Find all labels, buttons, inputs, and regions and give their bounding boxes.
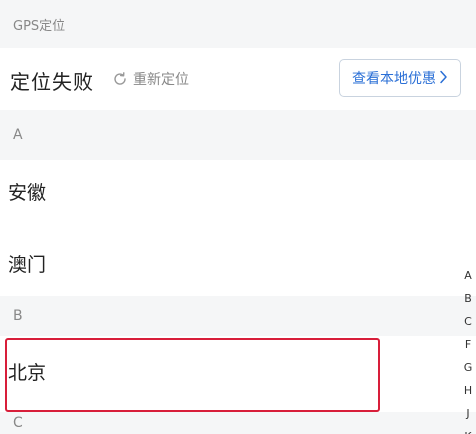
refresh-icon bbox=[112, 71, 128, 87]
relocate-label: 重新定位 bbox=[133, 72, 189, 88]
index-letter[interactable]: H bbox=[461, 379, 475, 402]
city-picker-page: GPS定位 定位失败 重新定位 查看本地优惠 A 安徽 澳门 B 北京 C A … bbox=[0, 0, 476, 434]
location-status: 定位失败 bbox=[10, 70, 94, 94]
index-letter[interactable]: J bbox=[461, 402, 475, 425]
section-letter: A bbox=[13, 127, 23, 143]
highlight-annotation-box bbox=[5, 338, 380, 412]
alphabet-index-bar[interactable]: A B C F G H J K bbox=[461, 264, 475, 434]
city-item-aomen[interactable]: 澳门 bbox=[8, 250, 46, 277]
index-letter[interactable]: A bbox=[461, 264, 475, 287]
section-letter: C bbox=[13, 415, 23, 431]
chevron-right-icon bbox=[439, 69, 448, 88]
index-letter[interactable]: B bbox=[461, 287, 475, 310]
city-item-anhui[interactable]: 安徽 bbox=[8, 178, 46, 205]
index-letter[interactable]: G bbox=[461, 356, 475, 379]
index-letter[interactable]: C bbox=[461, 310, 475, 333]
section-letter: B bbox=[13, 308, 23, 324]
view-local-deals-button[interactable]: 查看本地优惠 bbox=[339, 59, 461, 97]
index-letter[interactable]: F bbox=[461, 333, 475, 356]
gps-section-header: GPS定位 bbox=[0, 0, 476, 48]
index-letter[interactable]: K bbox=[461, 425, 475, 434]
section-header-a: A bbox=[0, 110, 476, 160]
section-header-b: B bbox=[0, 296, 476, 336]
gps-section-title: GPS定位 bbox=[13, 18, 66, 34]
view-local-deals-label: 查看本地优惠 bbox=[352, 71, 436, 87]
section-header-c: C bbox=[0, 412, 476, 434]
gps-location-row: 定位失败 重新定位 查看本地优惠 bbox=[0, 48, 476, 110]
relocate-button[interactable]: 重新定位 bbox=[112, 68, 189, 90]
